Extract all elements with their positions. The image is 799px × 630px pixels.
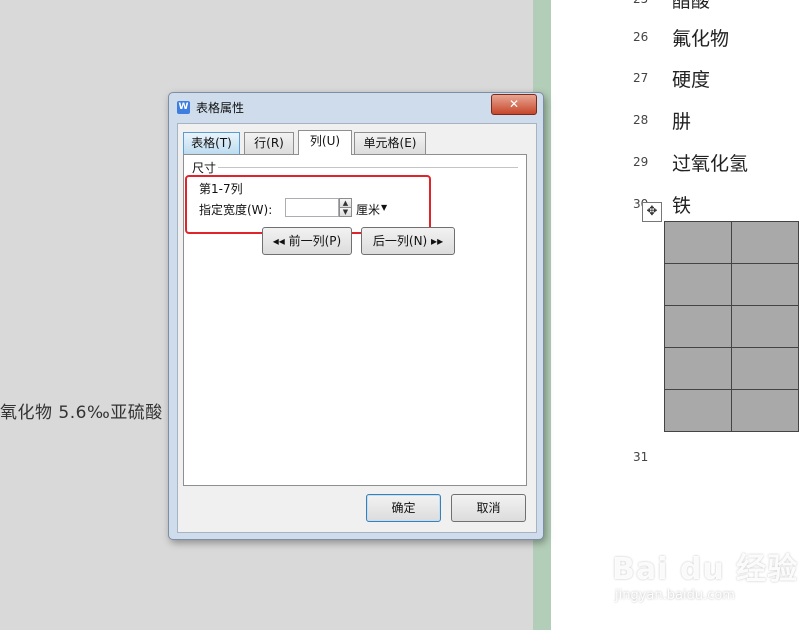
spin-down-icon[interactable]: ▼ [339,207,352,217]
tab-column[interactable]: 列(U) [298,130,352,155]
table-row [664,389,799,432]
table-row [664,347,799,390]
document-table[interactable] [664,221,799,432]
ok-button[interactable]: 确定 [366,494,441,522]
column-range-label: 第1-7列 [199,182,243,196]
table-cell[interactable] [731,221,799,264]
table-cell[interactable] [664,221,732,264]
table-cell[interactable] [664,389,732,432]
width-input[interactable] [285,198,339,217]
dialog-titlebar[interactable]: W 表格属性 ✕ [169,93,543,121]
table-cell[interactable] [664,263,732,306]
line-number: 27 [633,71,649,85]
line-number: 31 [633,450,649,464]
line-number: 25 [633,0,663,6]
dialog-client-area: 表格(T) 行(R) 列(U) 单元格(E) 尺寸 第1-7列 指定宽度(W):… [177,123,537,533]
tab-row[interactable]: 行(R) [244,132,294,154]
tab-table[interactable]: 表格(T) [183,132,240,154]
next-column-button[interactable]: 后一列(N) ▸▸ [361,227,455,255]
line-text[interactable]: 醋酸 [672,0,710,13]
table-properties-dialog: W 表格属性 ✕ 表格(T) 行(R) 列(U) 单元格(E) 尺寸 第1-7列… [168,92,544,540]
tab-cell[interactable]: 单元格(E) [354,132,426,154]
line-text[interactable]: 铁 [672,191,691,218]
watermark-url: jingyan.baidu.com [615,588,735,603]
section-divider [218,167,518,168]
width-label: 指定宽度(W): [199,203,273,217]
previous-column-button[interactable]: ◂◂ 前一列(P) [262,227,352,255]
watermark-logo: Bai du 经验 [612,552,799,587]
line-number: 28 [633,113,649,127]
cancel-button[interactable]: 取消 [451,494,526,522]
table-row [664,305,799,348]
chevron-down-icon[interactable]: ▼ [381,203,387,212]
unit-dropdown[interactable]: 厘米 [356,201,380,218]
document-text-fragment: 氧化物 5.6‰亚硫酸 [0,403,163,423]
wps-app-icon: W [177,101,190,114]
line-text[interactable]: 肼 [672,107,691,134]
table-cell[interactable] [664,347,732,390]
size-section-title: 尺寸 [192,159,219,176]
line-text[interactable]: 过氧化氢 [672,149,748,176]
table-move-handle-icon[interactable]: ✥ [642,202,662,222]
line-number: 26 [633,30,649,44]
table-cell[interactable] [731,263,799,306]
table-row [664,221,799,264]
line-text[interactable]: 氟化物 [672,24,729,51]
close-button[interactable]: ✕ [491,94,537,115]
table-cell[interactable] [664,305,732,348]
table-cell[interactable] [731,305,799,348]
dialog-title: 表格属性 [196,101,245,115]
baidu-watermark: Bai du 经验 jingyan.baidu.com [612,544,798,603]
table-cell[interactable] [731,347,799,390]
table-row [664,263,799,306]
line-text[interactable]: 硬度 [672,65,710,92]
line-number: 29 [633,155,649,169]
column-tab-panel: 尺寸 第1-7列 指定宽度(W): ▲ ▼ 厘米 ▼ ◂◂ 前一列(P) 后一列… [183,154,527,486]
table-cell[interactable] [731,389,799,432]
